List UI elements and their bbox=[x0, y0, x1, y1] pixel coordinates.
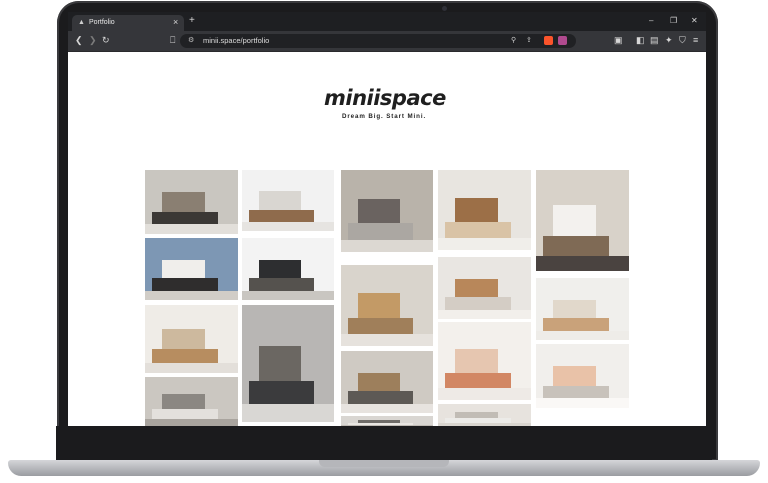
web-page: miniispace Dream Big. Start Mini. bbox=[68, 52, 706, 426]
laptop-base bbox=[0, 426, 768, 483]
screen-bezel-bottom bbox=[56, 426, 712, 460]
webcam bbox=[442, 6, 447, 11]
laptop-frame: ▲ Portfolio × + – ❐ ✕ ❮ ❯ ↻ ⎕ ⚙ minii.sp… bbox=[0, 0, 768, 483]
site-favicon-icon: ▲ bbox=[78, 19, 85, 26]
menu-icon[interactable]: ≡ bbox=[693, 35, 698, 46]
photo-tile-9[interactable] bbox=[438, 257, 531, 319]
photo-tile-1[interactable] bbox=[145, 170, 238, 234]
tab-title: Portfolio bbox=[89, 19, 115, 26]
back-arrow-icon[interactable]: ❮ bbox=[75, 35, 83, 46]
photo-tile-18[interactable] bbox=[438, 404, 531, 426]
photo-tile-15[interactable] bbox=[536, 344, 629, 408]
minimize-icon[interactable]: – bbox=[649, 15, 653, 27]
site-tagline: Dream Big. Start Mini. bbox=[342, 113, 427, 120]
photo-tile-2[interactable] bbox=[242, 170, 334, 231]
sidebar-icon[interactable]: ◧ bbox=[636, 35, 645, 46]
close-window-icon[interactable]: ✕ bbox=[691, 15, 698, 27]
photo-tile-7[interactable] bbox=[242, 238, 334, 300]
browser-toolbar: ❮ ❯ ↻ ⎕ ⚙ minii.space/portfolio ⚲ ⇪ ▣ ◧ … bbox=[68, 31, 706, 52]
share-icon[interactable]: ⇪ bbox=[526, 36, 532, 46]
photo-tile-10[interactable] bbox=[536, 278, 629, 340]
forward-arrow-icon[interactable]: ❯ bbox=[89, 35, 97, 46]
maximize-icon[interactable]: ❐ bbox=[670, 15, 677, 27]
brave-shields-icon[interactable] bbox=[544, 36, 553, 45]
url-text[interactable]: minii.space/portfolio bbox=[203, 36, 269, 46]
tab-bar: ▲ Portfolio × + – ❐ ✕ bbox=[68, 12, 706, 31]
photo-tile-16[interactable] bbox=[145, 377, 238, 426]
ai-assistant-icon[interactable]: ✦ bbox=[665, 35, 673, 46]
bookmark-icon[interactable]: ⎕ bbox=[170, 35, 175, 46]
photo-tile-12[interactable] bbox=[242, 305, 334, 422]
brave-rewards-icon[interactable] bbox=[558, 36, 567, 45]
reload-icon[interactable]: ↻ bbox=[102, 35, 110, 46]
photo-tile-5[interactable] bbox=[536, 170, 629, 271]
zoom-icon[interactable]: ⚲ bbox=[511, 36, 516, 46]
wallet-icon[interactable]: ▣ bbox=[614, 35, 623, 46]
address-bar[interactable]: ⚙ minii.space/portfolio ⚲ ⇪ bbox=[180, 34, 576, 48]
tab-close-icon[interactable]: × bbox=[173, 17, 178, 27]
browser-window: ▲ Portfolio × + – ❐ ✕ ❮ ❯ ↻ ⎕ ⚙ minii.sp… bbox=[68, 12, 706, 426]
tab-portfolio[interactable]: ▲ Portfolio × bbox=[72, 15, 184, 31]
photo-tile-6[interactable] bbox=[145, 238, 238, 300]
laptop-opening-notch bbox=[319, 460, 449, 467]
new-tab-button[interactable]: + bbox=[189, 15, 195, 27]
photo-tile-13[interactable] bbox=[341, 351, 433, 413]
photo-tile-4[interactable] bbox=[438, 170, 531, 250]
photo-tile-14[interactable] bbox=[438, 322, 531, 400]
tab-manager-icon[interactable]: ▤ bbox=[650, 35, 659, 46]
photo-tile-3[interactable] bbox=[341, 170, 433, 252]
photo-tile-11[interactable] bbox=[145, 305, 238, 373]
vpn-shield-icon[interactable]: ⛉ bbox=[679, 35, 686, 46]
photo-tile-8[interactable] bbox=[341, 265, 433, 346]
site-info-icon[interactable]: ⚙ bbox=[188, 36, 194, 46]
site-logo[interactable]: miniispace bbox=[324, 86, 446, 110]
photo-tile-17[interactable] bbox=[341, 416, 433, 426]
